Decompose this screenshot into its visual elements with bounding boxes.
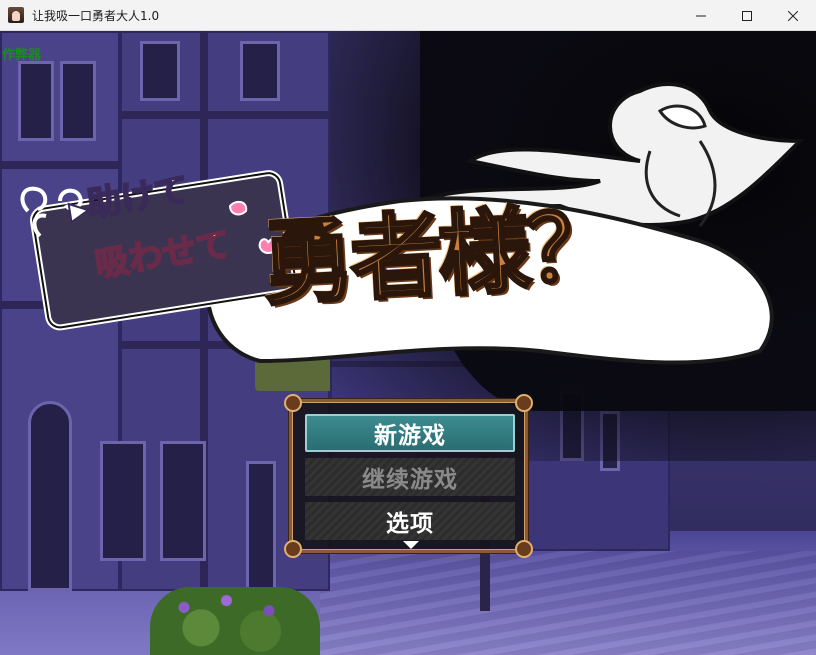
maximize-button[interactable]: [724, 0, 770, 31]
main-title-text: 勇者様？: [258, 190, 618, 319]
window-controls: [678, 0, 816, 31]
building-door: [246, 461, 276, 591]
main-title: 勇者様？: [258, 172, 618, 323]
menu-corner-ornament: [284, 394, 302, 412]
menu-corner-ornament: [515, 540, 533, 558]
cheat-label[interactable]: 作弊器: [2, 44, 41, 63]
building-window: [100, 441, 146, 561]
minimize-button[interactable]: [678, 0, 724, 31]
maximize-icon: [742, 10, 752, 21]
building-window: [160, 441, 206, 561]
new-game-button[interactable]: 新游戏: [305, 414, 515, 452]
continue-button[interactable]: 继续游戏: [305, 458, 515, 496]
menu-corner-ornament: [284, 540, 302, 558]
cobblestone-road: [320, 551, 816, 655]
close-icon: [788, 10, 798, 21]
window-title: 让我吸一口勇者大人1.0: [32, 8, 160, 23]
options-label: 选项: [386, 511, 434, 537]
swirl-decor-art: [20, 186, 48, 213]
new-game-label: 新游戏: [374, 423, 446, 449]
title-bar[interactable]: 让我吸一口勇者大人1.0: [0, 0, 816, 31]
title-menu: 新游戏 继续游戏 选项: [284, 394, 533, 558]
options-button[interactable]: 选项: [305, 502, 515, 540]
close-button[interactable]: [770, 0, 816, 31]
game-window: 让我吸一口勇者大人1.0 ▶助けて 吸わせて 勇者様？ 作弊器 新游戏 继续游戏…: [0, 0, 816, 655]
scroll-down-icon[interactable]: [403, 541, 419, 549]
flower-bush: [150, 587, 320, 655]
minimize-icon: [696, 15, 706, 16]
game-canvas[interactable]: ▶助けて 吸わせて 勇者様？ 作弊器 新游戏 继续游戏 选项: [0, 31, 816, 655]
menu-corner-ornament: [515, 394, 533, 412]
pink-sparkle-art: [228, 200, 248, 216]
continue-label: 继续游戏: [362, 467, 458, 493]
app-portrait-icon: [8, 7, 24, 23]
